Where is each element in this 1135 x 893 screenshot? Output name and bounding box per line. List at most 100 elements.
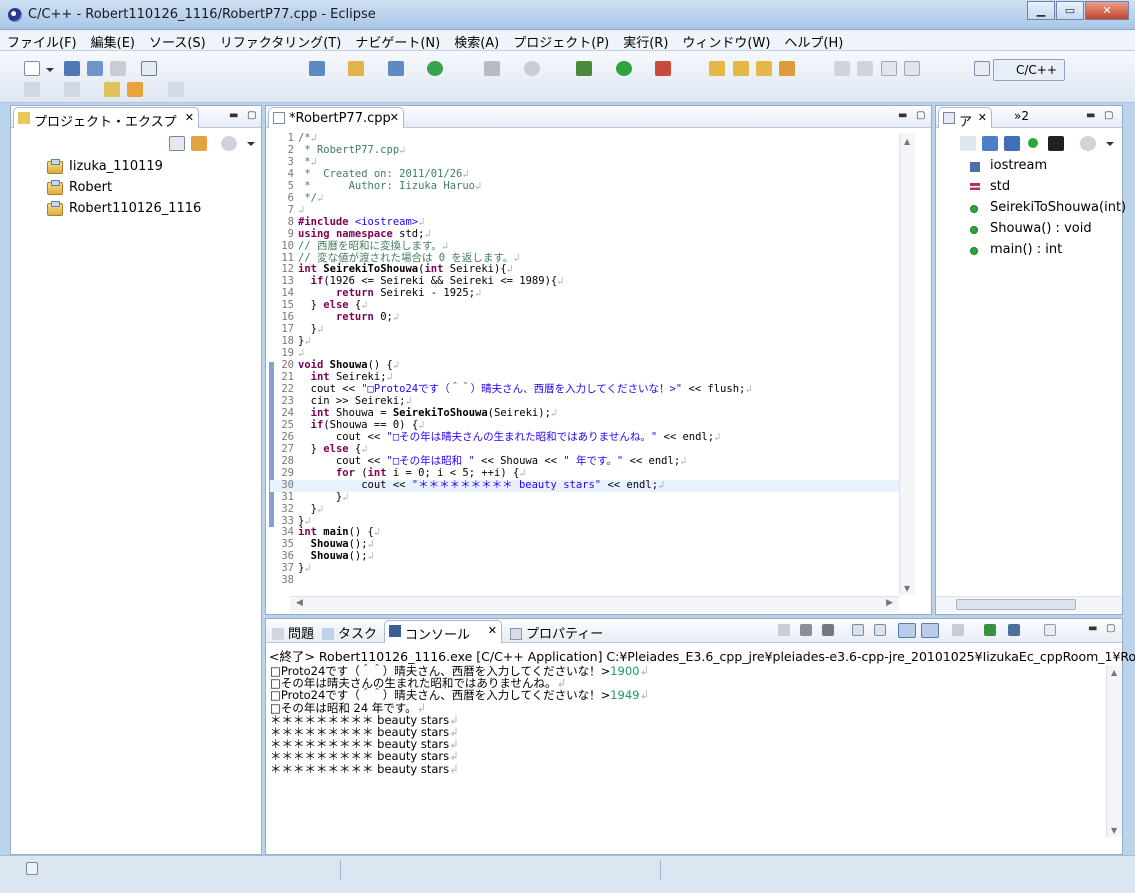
- select-console-icon[interactable]: [1008, 624, 1020, 636]
- scroll-up-icon[interactable]: ▲: [1111, 668, 1117, 677]
- console-vertical-scrollbar[interactable]: ▲ ▼: [1106, 665, 1122, 837]
- link-with-editor-icon[interactable]: [191, 136, 207, 151]
- forward-icon[interactable]: [168, 82, 184, 97]
- menu-item[interactable]: ウィンドウ(W): [675, 30, 777, 51]
- menu-item[interactable]: リファクタリング(T): [213, 30, 349, 51]
- view-menu-icon[interactable]: [221, 136, 237, 151]
- code-line[interactable]: 5 * Author: Iizuka Haruo↲: [270, 180, 900, 193]
- clean-icon[interactable]: [64, 82, 80, 97]
- minimize-button[interactable]: ▁: [1027, 1, 1055, 20]
- console-output[interactable]: □Proto24です（＾＾）晴夫さん、西暦を入力してくださいな！>1900↲ □そ…: [270, 665, 649, 775]
- search-icon[interactable]: [779, 61, 795, 76]
- next-annotation-icon[interactable]: [104, 82, 120, 97]
- fast-view-icon[interactable]: [26, 862, 38, 875]
- tab-console[interactable]: コンソール ✕: [384, 620, 502, 643]
- code-line[interactable]: 18}↲: [270, 335, 900, 348]
- new-file-icon[interactable]: [388, 61, 404, 76]
- save-all-icon[interactable]: [87, 61, 103, 76]
- outline-item[interactable]: SeirekiToShouwa(int): [990, 200, 1126, 220]
- code-line[interactable]: 38: [270, 574, 900, 587]
- refresh-icon[interactable]: [427, 61, 443, 76]
- maximize-icon[interactable]: ▢: [1104, 110, 1113, 121]
- sort-icon[interactable]: [960, 136, 976, 151]
- editor-vertical-scrollbar[interactable]: ▲ ▼: [899, 133, 915, 595]
- remove-all-icon[interactable]: [822, 624, 834, 636]
- code-line[interactable]: 6 */↲: [270, 192, 900, 205]
- scroll-left-icon[interactable]: ◀: [296, 598, 303, 608]
- minimize-icon[interactable]: ▬: [229, 110, 238, 121]
- tab-outline[interactable]: ア ✕: [938, 107, 992, 130]
- hammer-icon[interactable]: [484, 61, 500, 76]
- open-type-icon[interactable]: [709, 61, 725, 76]
- scroll-lock-icon[interactable]: [874, 624, 886, 636]
- remove-launch-icon[interactable]: [800, 624, 812, 636]
- terminate-icon[interactable]: [778, 624, 790, 636]
- block-selection-icon[interactable]: [881, 61, 897, 76]
- show-whitespace-icon[interactable]: [904, 61, 920, 76]
- code-line[interactable]: 16 return 0;↲: [270, 311, 900, 324]
- external-tools-icon[interactable]: [655, 61, 671, 76]
- code-line[interactable]: 36 Shouwa();↲: [270, 550, 900, 563]
- menu-item[interactable]: 編集(E): [84, 30, 142, 51]
- view-menu-icon[interactable]: [1080, 136, 1096, 151]
- close-icon[interactable]: ✕: [978, 111, 987, 124]
- scroll-right-icon[interactable]: ▶: [886, 598, 893, 608]
- open-perspective-icon[interactable]: [974, 61, 990, 76]
- new-icon[interactable]: [24, 61, 40, 76]
- save-icon[interactable]: [64, 61, 80, 76]
- open-element-icon[interactable]: [733, 61, 749, 76]
- outline-horizontal-scrollbar[interactable]: [936, 596, 1122, 612]
- tab-editor-robertp77[interactable]: *RobertP77.cpp ✕: [268, 107, 404, 128]
- menu-item[interactable]: ソース(S): [142, 30, 213, 51]
- new-class-icon[interactable]: [309, 61, 325, 76]
- maximize-button[interactable]: ▭: [1056, 1, 1084, 20]
- back-icon[interactable]: [127, 82, 143, 97]
- hide-nonpublic-icon[interactable]: [1028, 138, 1038, 148]
- collapse-all-icon[interactable]: [169, 136, 185, 151]
- display-console-icon[interactable]: [984, 624, 996, 636]
- menu-item[interactable]: ナビゲート(N): [348, 30, 447, 51]
- binary-icon[interactable]: [141, 61, 157, 76]
- code-line[interactable]: 32 }↲: [270, 503, 900, 516]
- menu-item[interactable]: プロジェクト(P): [506, 30, 616, 51]
- maximize-icon[interactable]: ▢: [247, 110, 256, 121]
- chevron-down-icon[interactable]: [46, 68, 54, 72]
- tree-item[interactable]: Robert: [47, 180, 112, 200]
- code-editor[interactable]: 1/*↲ 2 * RobertP77.cpp↲ 3 *↲ 4 * Created on…: [270, 132, 900, 587]
- tab-problems[interactable]: 問題: [272, 623, 314, 642]
- menu-item[interactable]: ファイル(F): [0, 30, 84, 51]
- show-stderr-icon[interactable]: [921, 623, 939, 638]
- close-icon[interactable]: ✕: [390, 111, 399, 124]
- hide-macros-icon[interactable]: [1048, 136, 1064, 151]
- build-icon[interactable]: [24, 82, 40, 97]
- code-line[interactable]: 31 }↲: [270, 491, 900, 504]
- gear-icon[interactable]: [524, 61, 540, 76]
- tab-tasks[interactable]: タスク: [322, 623, 377, 642]
- tab-properties[interactable]: プロパティー: [510, 623, 603, 642]
- tree-item[interactable]: Robert110126_1116: [47, 201, 201, 221]
- menu-item[interactable]: ヘルプ(H): [777, 30, 850, 51]
- perspective-c-cpp-button[interactable]: C/C++: [993, 59, 1065, 81]
- maximize-icon[interactable]: ▢: [1106, 623, 1115, 634]
- open-folder-icon[interactable]: [756, 61, 772, 76]
- close-icon[interactable]: ✕: [185, 111, 194, 124]
- clear-console-icon[interactable]: [852, 624, 864, 636]
- close-button[interactable]: ✕: [1085, 1, 1129, 20]
- tab-project-explorer[interactable]: プロジェクト・エクスプ ✕: [13, 107, 199, 130]
- open-console-icon[interactable]: [1044, 624, 1056, 636]
- debug-icon[interactable]: [576, 61, 592, 76]
- scroll-down-icon[interactable]: ▼: [904, 584, 910, 593]
- chevron-down-icon[interactable]: [1106, 142, 1114, 146]
- code-line[interactable]: 28 cout << "□その年は昭和 " << Shouwa << " 年です…: [270, 455, 900, 468]
- outline-item[interactable]: main() : int: [990, 242, 1062, 262]
- menu-item[interactable]: 検索(A): [447, 30, 506, 51]
- chevron-down-icon[interactable]: [247, 142, 255, 146]
- outline-item[interactable]: std: [990, 179, 1010, 199]
- print-icon[interactable]: [110, 61, 126, 76]
- pen-icon[interactable]: [834, 61, 850, 76]
- pin-console-icon[interactable]: [952, 624, 964, 636]
- maximize-icon[interactable]: ▢: [916, 110, 925, 121]
- tree-item[interactable]: Iizuka_110119: [47, 159, 163, 179]
- mark-occurrences-icon[interactable]: [857, 61, 873, 76]
- minimize-icon[interactable]: ▬: [1086, 110, 1095, 121]
